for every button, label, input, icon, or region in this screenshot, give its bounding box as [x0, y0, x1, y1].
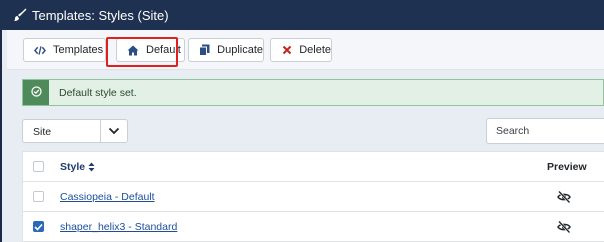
- row-checkbox-checked[interactable]: [33, 221, 44, 232]
- client-select-value: Site: [33, 126, 52, 138]
- styles-table: Style Preview Cassiopeia - Default shape…: [22, 151, 604, 242]
- style-link[interactable]: Cassiopeia - Default: [60, 191, 155, 203]
- templates-button[interactable]: Templates: [23, 38, 106, 62]
- column-header-style-label: Style: [60, 161, 86, 173]
- alert-message: Default style set.: [59, 86, 137, 99]
- success-alert: Default style set.: [22, 79, 604, 106]
- table-header-row: Style Preview: [23, 152, 604, 182]
- duplicate-button[interactable]: Duplicate: [188, 38, 264, 62]
- eye-slash-icon[interactable]: [557, 220, 571, 234]
- left-edge: [0, 0, 2, 242]
- alert-icon-bar: [23, 80, 49, 105]
- close-icon: [281, 44, 292, 56]
- copy-icon: [199, 44, 210, 56]
- search-input[interactable]: [486, 118, 604, 144]
- default-button-highlight: [106, 37, 178, 67]
- paint-brush-icon: [13, 8, 27, 22]
- eye-slash-icon[interactable]: [557, 190, 571, 204]
- row-checkbox[interactable]: [33, 191, 44, 202]
- column-header-preview: Preview: [547, 161, 587, 173]
- delete-button[interactable]: Delete: [270, 38, 332, 62]
- duplicate-button-label: Duplicate: [217, 44, 263, 56]
- client-select[interactable]: Site: [22, 119, 128, 143]
- code-icon: [34, 44, 46, 56]
- toolbar: Templates Default Duplicate Delete: [7, 30, 604, 70]
- select-all-checkbox[interactable]: [33, 161, 44, 172]
- table-row: shaper_helix3 - Standard: [23, 212, 604, 242]
- chevron-down-icon: [108, 126, 120, 136]
- sort-icon: [88, 162, 95, 172]
- select-divider: [100, 120, 101, 142]
- column-header-style[interactable]: Style: [60, 161, 95, 173]
- page-header: Templates: Styles (Site): [0, 0, 604, 30]
- style-link[interactable]: shaper_helix3 - Standard: [60, 221, 177, 233]
- templates-button-label: Templates: [53, 44, 104, 56]
- table-row: Cassiopeia - Default: [23, 182, 604, 212]
- check-circle-icon: [30, 85, 42, 100]
- page-title: Templates: Styles (Site): [32, 7, 169, 23]
- delete-button-label: Delete: [299, 44, 331, 56]
